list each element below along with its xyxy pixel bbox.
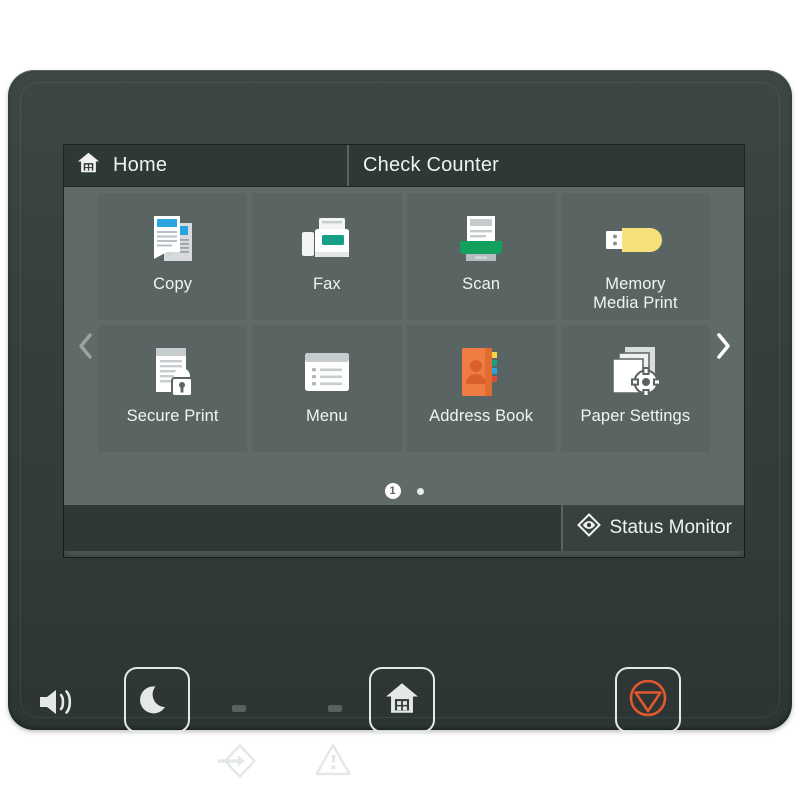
arrow-into-diamond-icon xyxy=(217,744,256,778)
tile-secure-print-label: Secure Print xyxy=(126,407,219,425)
home-tile-area: Copy Fax Scan Memory Media Print Secure … xyxy=(64,187,744,505)
stop-button[interactable] xyxy=(615,667,681,733)
tile-address-book[interactable]: Address Book xyxy=(406,325,556,452)
tile-copy-label: Copy xyxy=(153,275,193,293)
speaker-volume-icon xyxy=(36,684,80,725)
tile-scan-label: Scan xyxy=(462,275,501,293)
home-button[interactable] xyxy=(369,667,435,733)
tile-grid: Copy Fax Scan Memory Media Print Secure … xyxy=(98,193,710,452)
chevron-right-icon xyxy=(716,333,730,359)
diamond-eye-icon xyxy=(576,513,601,543)
tab-check-counter[interactable]: Check Counter xyxy=(347,145,744,186)
menu-list-icon xyxy=(300,339,354,405)
error-led-slot xyxy=(328,705,342,712)
document-lock-icon xyxy=(146,339,200,405)
tab-home-label: Home xyxy=(113,154,168,176)
address-book-icon xyxy=(457,339,505,405)
home-icon xyxy=(76,150,101,181)
stop-triangle-icon xyxy=(628,678,668,723)
lcd-touchscreen[interactable]: Home Check Counter Copy Fax Scan Memory … xyxy=(64,145,744,557)
page-dot-current[interactable]: 1 xyxy=(384,483,401,499)
printer-control-panel: Home Check Counter Copy Fax Scan Memory … xyxy=(8,70,792,778)
page-dot-2[interactable] xyxy=(416,487,424,495)
tile-memory-media-print[interactable]: Memory Media Print xyxy=(560,193,710,320)
error-indicator xyxy=(314,742,352,783)
chevron-left-icon xyxy=(78,333,92,359)
tile-scan[interactable]: Scan xyxy=(406,193,556,320)
next-page-button[interactable] xyxy=(708,326,738,366)
crescent-moon-icon xyxy=(140,681,174,720)
scanner-icon xyxy=(454,207,508,273)
tile-menu-label: Menu xyxy=(306,407,348,425)
tab-home[interactable]: Home xyxy=(64,145,347,186)
tile-paper-settings[interactable]: Paper Settings xyxy=(560,325,710,452)
usb-drive-icon xyxy=(602,207,668,273)
copy-documents-icon xyxy=(145,207,201,273)
tile-paper-settings-label: Paper Settings xyxy=(580,407,691,425)
screen-footer: Status Monitor xyxy=(64,505,744,551)
data-led-slot xyxy=(232,705,246,712)
tile-secure-print[interactable]: Secure Print xyxy=(98,325,248,452)
tile-fax[interactable]: Fax xyxy=(252,193,402,320)
tile-fax-label: Fax xyxy=(312,275,341,293)
home-icon xyxy=(384,680,420,721)
warning-triangle-icon xyxy=(315,743,351,776)
fax-machine-icon xyxy=(298,207,356,273)
page-indicator: 1 xyxy=(64,483,744,499)
status-monitor-button[interactable]: Status Monitor xyxy=(560,505,744,551)
tile-memory-media-print-label: Memory Media Print xyxy=(593,275,678,312)
screen-header: Home Check Counter xyxy=(64,145,744,187)
tile-address-book-label: Address Book xyxy=(429,407,534,425)
tile-menu[interactable]: Menu xyxy=(252,325,402,452)
tile-copy[interactable]: Copy xyxy=(98,193,248,320)
sleep-button[interactable] xyxy=(124,667,190,733)
data-indicator xyxy=(216,742,258,785)
paper-gear-icon xyxy=(606,339,664,405)
status-monitor-label: Status Monitor xyxy=(609,517,733,538)
tab-check-counter-label: Check Counter xyxy=(363,154,499,176)
prev-page-button[interactable] xyxy=(70,326,100,366)
